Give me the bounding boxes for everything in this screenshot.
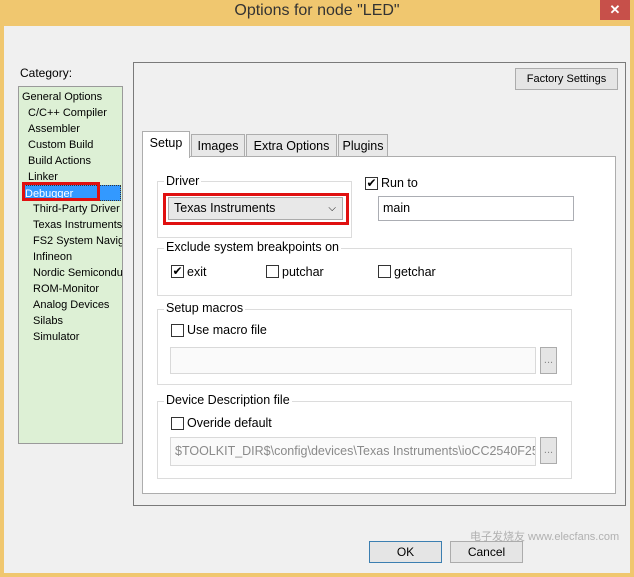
- macro-browse-button[interactable]: ...: [540, 347, 557, 374]
- category-list[interactable]: General Options C/C++ Compiler Assembler Cu…: [18, 86, 123, 444]
- run-to-input[interactable]: main: [378, 196, 574, 221]
- run-to-label: Run to: [381, 176, 418, 190]
- driver-label: Driver: [164, 174, 202, 188]
- exclude-label: Exclude system breakpoints on: [164, 240, 342, 254]
- getchar-label: getchar: [394, 265, 436, 279]
- highlight-box: [22, 182, 100, 201]
- category-label: Category:: [20, 66, 73, 80]
- category-item[interactable]: Analog Devices: [33, 297, 109, 313]
- category-item[interactable]: ROM-Monitor: [33, 281, 99, 297]
- macros-label: Setup macros: [164, 301, 246, 315]
- cancel-button[interactable]: Cancel: [450, 541, 523, 563]
- macro-file-input[interactable]: [170, 347, 536, 374]
- getchar-checkbox[interactable]: [378, 265, 391, 278]
- override-checkbox[interactable]: [171, 417, 184, 430]
- tab-images[interactable]: Images: [191, 134, 245, 157]
- category-item[interactable]: Infineon: [33, 249, 72, 265]
- tab-extra-options[interactable]: Extra Options: [246, 134, 337, 157]
- exit-checkbox[interactable]: ✔: [171, 265, 184, 278]
- exclude-group: [157, 248, 572, 296]
- tab-setup[interactable]: Setup: [142, 131, 190, 158]
- ok-button[interactable]: OK: [369, 541, 442, 563]
- category-item[interactable]: Build Actions: [28, 153, 91, 169]
- use-macro-label: Use macro file: [187, 323, 267, 337]
- category-item[interactable]: Texas Instruments: [33, 217, 122, 233]
- ddf-label: Device Description file: [164, 393, 292, 407]
- override-label: Overide default: [187, 416, 272, 430]
- use-macro-checkbox[interactable]: [171, 324, 184, 337]
- exit-label: exit: [187, 265, 207, 279]
- ddf-browse-button[interactable]: ...: [540, 437, 557, 464]
- close-icon[interactable]: ✕: [600, 0, 630, 20]
- category-item[interactable]: Nordic Semiconductor: [33, 265, 122, 281]
- putchar-label: putchar: [282, 265, 324, 279]
- run-to-checkbox[interactable]: ✔: [365, 177, 378, 190]
- highlight-box: [163, 193, 349, 225]
- window-title: Options for node "LED": [234, 2, 400, 19]
- category-item[interactable]: Silabs: [33, 313, 63, 329]
- watermark: 电子发烧友 www.elecfans.com: [470, 531, 620, 543]
- category-item[interactable]: Custom Build: [28, 137, 93, 153]
- category-item[interactable]: Third-Party Driver: [33, 201, 120, 217]
- category-item[interactable]: C/C++ Compiler: [28, 105, 107, 121]
- category-item[interactable]: Assembler: [28, 121, 80, 137]
- category-item[interactable]: FS2 System Navigator: [33, 233, 122, 249]
- putchar-checkbox[interactable]: [266, 265, 279, 278]
- ddf-input[interactable]: $TOOLKIT_DIR$\config\devices\Texas Instr…: [170, 437, 536, 466]
- category-item[interactable]: Simulator: [33, 329, 79, 345]
- category-item[interactable]: General Options: [22, 89, 102, 105]
- tab-plugins[interactable]: Plugins: [338, 134, 388, 157]
- factory-settings-button[interactable]: Factory Settings: [515, 68, 618, 90]
